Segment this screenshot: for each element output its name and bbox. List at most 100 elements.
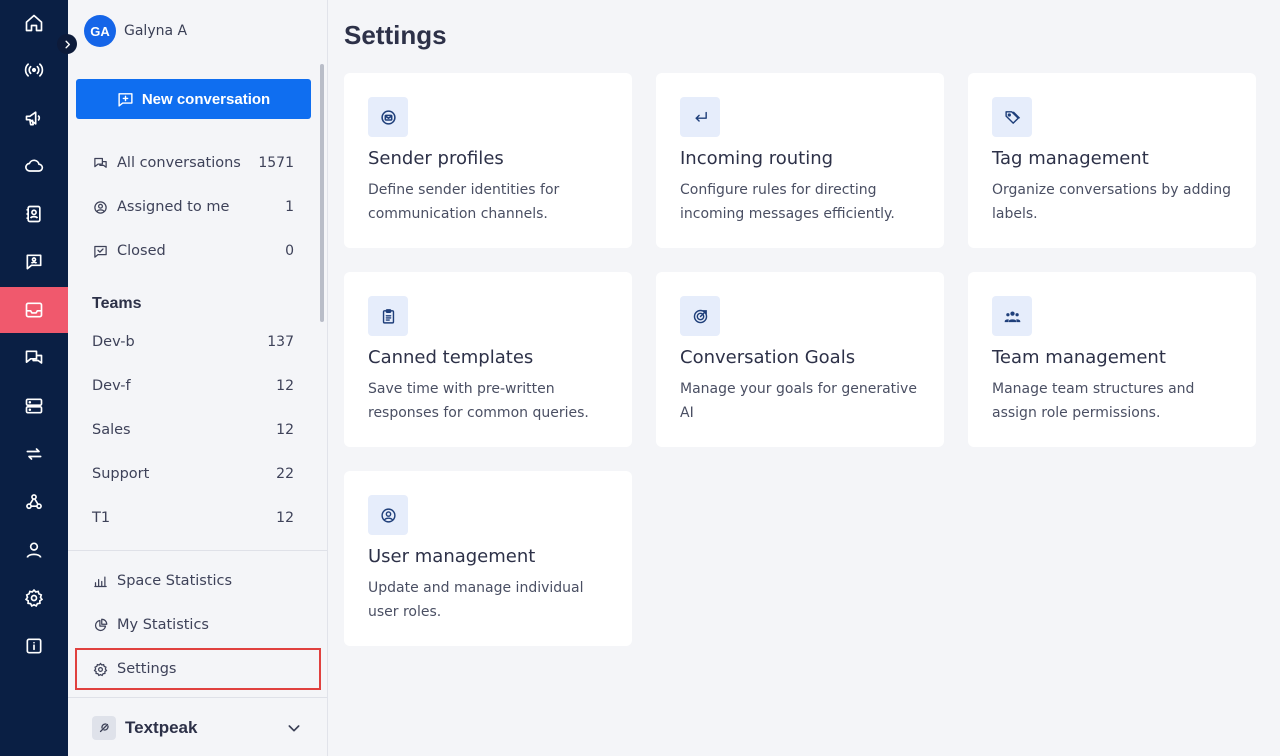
rail-conversations-button[interactable] [0, 335, 68, 381]
card-description: Manage your goals for generative AI [680, 381, 917, 421]
new-chat-icon [118, 92, 133, 107]
nav-assigned-to-me[interactable]: Assigned to me 1 [92, 192, 294, 222]
team-item-sales[interactable]: Sales 12 [92, 415, 294, 445]
nav-all-conversations[interactable]: All conversations 1571 [92, 148, 294, 178]
sync-icon [26, 448, 42, 460]
new-conversation-label: New conversation [141, 90, 271, 108]
target-icon [693, 309, 707, 323]
rail-webhooks-button[interactable] [0, 479, 68, 525]
card-conversation-goals[interactable]: Conversation Goals Manage your goals for… [656, 272, 944, 447]
clipboard-icon [382, 308, 394, 324]
user-name: Galyna A [124, 23, 188, 39]
rail-servers-button[interactable] [0, 383, 68, 429]
icon-rail [0, 0, 68, 756]
card-user-management[interactable]: User management Update and manage indivi… [344, 471, 632, 646]
rail-contacts-button[interactable] [0, 191, 68, 237]
card-icon-box [992, 296, 1032, 336]
contacts-icon [26, 205, 41, 223]
nav-space-statistics[interactable]: Space Statistics [92, 566, 294, 596]
card-title: Canned templates [368, 347, 534, 368]
cloud-icon [25, 159, 44, 172]
card-icon-box [368, 97, 408, 137]
nav-count: 0 [285, 243, 294, 259]
teams-heading: Teams [92, 295, 142, 312]
team-count: 22 [276, 466, 294, 482]
nav-label: Assigned to me [117, 199, 230, 215]
card-canned-templates[interactable]: Canned templates Save time with pre-writ… [344, 272, 632, 447]
team-count: 137 [267, 334, 294, 350]
new-conversation-button[interactable]: New conversation [76, 79, 311, 119]
team-item-dev-f[interactable]: Dev-f 12 [92, 371, 294, 401]
nav-closed[interactable]: Closed 0 [92, 236, 294, 266]
rail-campaigns-button[interactable] [0, 95, 68, 141]
page-title: Settings [344, 20, 447, 50]
team-count: 12 [276, 510, 294, 526]
chat-support-icon [26, 254, 42, 270]
team-item-t1[interactable]: T1 12 [92, 503, 294, 533]
gear-icon [24, 588, 44, 608]
envelope-circle-icon [380, 109, 396, 125]
sidebar-collapse-button[interactable] [57, 34, 77, 54]
avatar: GA [84, 15, 116, 47]
card-description: Save time with pre-written responses for… [368, 381, 589, 421]
team-label: Dev-f [92, 378, 131, 394]
user-icon [26, 542, 42, 558]
card-title: Conversation Goals [680, 347, 856, 368]
closed-check-icon [93, 245, 107, 258]
card-description: Organize conversations by adding labels. [992, 182, 1232, 222]
tags-icon [1004, 110, 1020, 124]
team-label: Support [92, 466, 150, 482]
team-count: 12 [276, 378, 294, 394]
card-description: Manage team structures and assign role p… [992, 381, 1195, 421]
inbox-icon [25, 302, 43, 318]
nav-label: Space Statistics [117, 573, 233, 589]
rail-broadcast-button[interactable] [0, 47, 68, 93]
card-description: Update and manage individual user roles. [368, 580, 584, 620]
rail-cloud-button[interactable] [0, 143, 68, 189]
sidebar: GA Galyna A New conversation All convers… [57, 0, 328, 756]
user-circle-icon [93, 200, 107, 214]
card-team-management[interactable]: Team management Manage team structures a… [968, 272, 1256, 447]
nav-my-statistics[interactable]: My Statistics [92, 610, 294, 640]
team-item-support[interactable]: Support 22 [92, 459, 294, 489]
user-profile[interactable]: GA Galyna A [84, 15, 187, 47]
rail-inbox-button[interactable] [0, 287, 68, 333]
divider [68, 697, 327, 698]
card-title: User management [368, 546, 536, 567]
card-tag-management[interactable]: Tag management Organize conversations by… [968, 73, 1256, 248]
card-description: Define sender identities for communicati… [368, 182, 560, 222]
card-sender-profiles[interactable]: Sender profiles Define sender identities… [344, 73, 632, 248]
chevron-down-icon [286, 720, 302, 736]
leaf-icon [99, 723, 109, 733]
team-label: Sales [92, 422, 131, 438]
rail-user-button[interactable] [0, 527, 68, 573]
card-icon-box [992, 97, 1032, 137]
servers-icon [25, 398, 43, 414]
return-arrow-icon [695, 111, 707, 122]
sidebar-scrollbar[interactable] [320, 64, 324, 322]
pie-chart-icon [94, 618, 107, 631]
workspace-switcher[interactable]: Textpeak [92, 716, 302, 740]
team-count: 12 [276, 422, 294, 438]
card-incoming-routing[interactable]: Incoming routing Configure rules for dir… [656, 73, 944, 248]
team-label: Dev-b [92, 334, 135, 350]
card-icon-box [368, 296, 408, 336]
rail-settings-button[interactable] [0, 575, 68, 621]
nav-label: Closed [117, 243, 166, 259]
rail-sync-button[interactable] [0, 431, 68, 477]
settings-highlight-box [75, 648, 321, 690]
rail-support-button[interactable] [0, 239, 68, 285]
card-title: Sender profiles [368, 148, 504, 169]
nav-label: My Statistics [117, 617, 209, 633]
chat-bubbles-icon [93, 157, 107, 168]
team-icon [1004, 311, 1020, 322]
workspace-logo [92, 716, 116, 740]
broadcast-icon [24, 63, 44, 77]
info-icon [26, 638, 42, 654]
rail-info-button[interactable] [0, 623, 68, 669]
team-label: T1 [92, 510, 111, 526]
conversations-icon [25, 350, 43, 364]
nav-count: 1571 [258, 155, 294, 171]
team-item-dev-b[interactable]: Dev-b 137 [92, 327, 294, 357]
webhook-icon [26, 494, 42, 510]
